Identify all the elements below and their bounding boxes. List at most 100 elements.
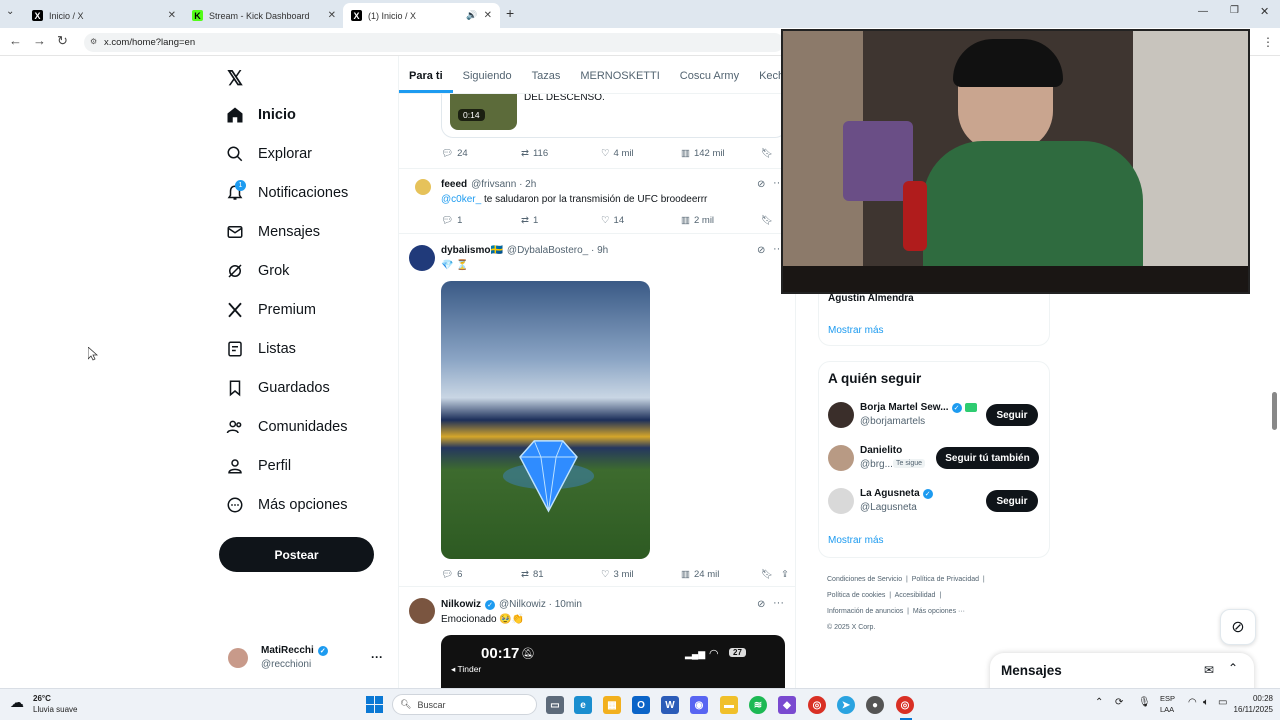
sidebar-item-perfil[interactable]: Perfil: [226, 457, 291, 475]
tab-kick-dashboard[interactable]: K Stream - Kick Dashboard ✕: [184, 3, 344, 28]
x-logo-icon[interactable]: 𝕏: [227, 66, 243, 91]
clock-time[interactable]: 00:28: [1233, 694, 1273, 703]
start-button[interactable]: [366, 696, 383, 713]
reply-button[interactable]: 💬︎ 24: [441, 148, 521, 159]
sidebar-item-mas-opciones[interactable]: Más opciones: [226, 496, 347, 514]
views-button[interactable]: ▥ 142 mil: [681, 148, 761, 159]
reply-button[interactable]: 💬︎ 1: [441, 215, 521, 226]
account-name-row[interactable]: MatiRecchi ✓: [261, 645, 328, 656]
reload-icon[interactable]: ↻: [57, 33, 68, 49]
url-field[interactable]: ⚙ x.com/home?lang=en: [84, 33, 784, 52]
bookmark-icon[interactable]: 🔖︎: [761, 215, 781, 226]
post-image[interactable]: [441, 281, 650, 559]
sidebar-item-notificaciones[interactable]: 1 Notificaciones: [226, 180, 348, 202]
weather-temp[interactable]: 26°C: [33, 694, 51, 703]
clock-date[interactable]: 16/11/2025: [1221, 705, 1273, 714]
chrome-active-icon[interactable]: ◎: [896, 696, 914, 714]
like-button[interactable]: ♡ 3 mil: [601, 569, 681, 580]
footer-link[interactable]: Política de cookies: [827, 592, 885, 599]
mention-link[interactable]: @c0ker_: [441, 194, 481, 205]
speaker-icon[interactable]: 🔊: [466, 10, 477, 21]
grok-float-button[interactable]: ⊘: [1220, 609, 1256, 645]
telegram-icon[interactable]: ➤: [837, 696, 855, 714]
close-tab-icon[interactable]: ✕: [328, 10, 336, 21]
post-nilkowiz[interactable]: Nilkowiz ✓ @Nilkowiz · 10min ⊘ ··· Emoci…: [399, 586, 795, 688]
avatar[interactable]: [828, 445, 854, 471]
sidebar-item-premium[interactable]: Premium: [226, 301, 316, 319]
expand-icon[interactable]: ⌃: [1228, 661, 1238, 675]
post-author-handle[interactable]: @frivsann · 2h: [471, 179, 536, 190]
close-window-icon[interactable]: ✕: [1260, 5, 1269, 18]
wifi-icon[interactable]: ◠: [1188, 697, 1197, 708]
post-more-icon[interactable]: ···: [773, 597, 784, 609]
tab-coscu-army[interactable]: Coscu Army: [670, 56, 749, 93]
site-info-icon[interactable]: ⚙: [90, 37, 97, 46]
maximize-icon[interactable]: ❐: [1230, 5, 1239, 16]
post-author-name[interactable]: dybalismo🇸🇪: [441, 245, 503, 256]
bookmark-icon[interactable]: 🔖︎: [761, 569, 781, 580]
edge-icon[interactable]: e: [574, 696, 592, 714]
account-more-icon[interactable]: ···: [371, 650, 383, 664]
repost-button[interactable]: ⇄ 116: [521, 148, 601, 159]
back-arrow-icon[interactable]: ←: [9, 33, 22, 48]
post-image[interactable]: 00:17 🔕︎ ◂ Tinder ▂▄▆ ◠ 27: [441, 635, 785, 688]
avatar[interactable]: [415, 179, 431, 195]
task-view-icon[interactable]: ▭: [546, 696, 564, 714]
microphone-icon[interactable]: 🎙︎: [1138, 697, 1151, 708]
avatar[interactable]: [228, 648, 248, 668]
new-tab-plus-icon[interactable]: +: [506, 5, 514, 21]
tab-mernosketti[interactable]: MERNOSKETTI: [570, 56, 669, 93]
browser-menu-icon[interactable]: ⋮: [1262, 35, 1274, 49]
taskbar-search[interactable]: 🔍︎ Buscar: [392, 694, 537, 715]
volume-icon[interactable]: 🔈︎: [1203, 697, 1209, 708]
sidebar-item-listas[interactable]: Listas: [226, 340, 296, 358]
bookmark-icon[interactable]: 🔖︎: [761, 148, 781, 159]
app-icon[interactable]: ◆: [778, 696, 796, 714]
sidebar-item-comunidades[interactable]: Comunidades: [226, 418, 347, 436]
sidebar-item-inicio[interactable]: Inicio: [226, 106, 296, 124]
like-button[interactable]: ♡ 4 mil: [601, 148, 681, 159]
discord-icon[interactable]: ◉: [690, 696, 708, 714]
trend-item[interactable]: Agustín Almendra: [828, 293, 914, 304]
post-dybalismo[interactable]: dybalismo🇸🇪 @DybalaBostero_ · 9h ⊘ ··· 💎…: [399, 233, 795, 586]
tray-chevron-icon[interactable]: ⌃: [1095, 697, 1103, 708]
post-feeed[interactable]: feeed @frivsann · 2h ⊘ ··· @c0ker_ te sa…: [399, 168, 795, 233]
post-button[interactable]: Postear: [219, 537, 374, 572]
tab-siguiendo[interactable]: Siguiendo: [453, 56, 522, 93]
post-author-handle[interactable]: @DybalaBostero_ · 9h: [507, 245, 608, 256]
post-author-handle[interactable]: @Nilkowiz · 10min: [499, 599, 582, 610]
tab-inicio-x[interactable]: X Inicio / X ✕: [24, 3, 184, 28]
minimize-icon[interactable]: —: [1198, 6, 1208, 17]
sidebar-item-guardados[interactable]: Guardados: [226, 379, 330, 397]
show-more-link[interactable]: Mostrar más: [828, 535, 884, 546]
views-button[interactable]: ▥ 24 mil: [681, 569, 761, 580]
obs-icon[interactable]: ●: [866, 696, 884, 714]
tab-para-ti[interactable]: Para ti: [399, 56, 453, 93]
avatar[interactable]: [409, 598, 435, 624]
avatar[interactable]: [828, 402, 854, 428]
store-icon[interactable]: ▦: [603, 696, 621, 714]
spotify-icon[interactable]: ≋: [749, 696, 767, 714]
sidebar-item-grok[interactable]: Grok: [226, 262, 289, 280]
tab-tazas[interactable]: Tazas: [522, 56, 571, 93]
weather-desc[interactable]: Lluvia suave: [33, 705, 77, 714]
footer-link[interactable]: Accesibilidad: [895, 592, 936, 599]
suggestion-name-row[interactable]: Borja Martel Sew... ✓: [860, 402, 977, 413]
footer-link[interactable]: Información de anuncios: [827, 608, 903, 615]
suggestion-name-row[interactable]: La Agusneta ✓: [860, 488, 933, 499]
sidebar-item-mensajes[interactable]: Mensajes: [226, 223, 320, 241]
sync-icon[interactable]: ⟳: [1115, 697, 1123, 708]
grok-explain-icon[interactable]: ⊘: [757, 599, 765, 610]
keyboard-layout[interactable]: LAA: [1160, 705, 1174, 714]
outlook-icon[interactable]: O: [632, 696, 650, 714]
forward-arrow-icon[interactable]: →: [33, 33, 46, 48]
post-author-name[interactable]: Nilkowiz: [441, 599, 481, 610]
repost-button[interactable]: ⇄ 1: [521, 215, 601, 226]
messages-drawer[interactable]: Mensajes ✉ ⌃: [990, 653, 1254, 693]
quoted-post-fragment[interactable]: 0:14 DEL DESCENSO.: [441, 90, 787, 138]
reply-button[interactable]: 💬︎ 6: [441, 569, 521, 580]
grok-explain-icon[interactable]: ⊘: [757, 179, 765, 190]
tab-search-chevron-icon[interactable]: ⌄: [6, 6, 14, 17]
grok-explain-icon[interactable]: ⊘: [757, 245, 765, 256]
share-icon[interactable]: ⇪: [781, 569, 795, 580]
